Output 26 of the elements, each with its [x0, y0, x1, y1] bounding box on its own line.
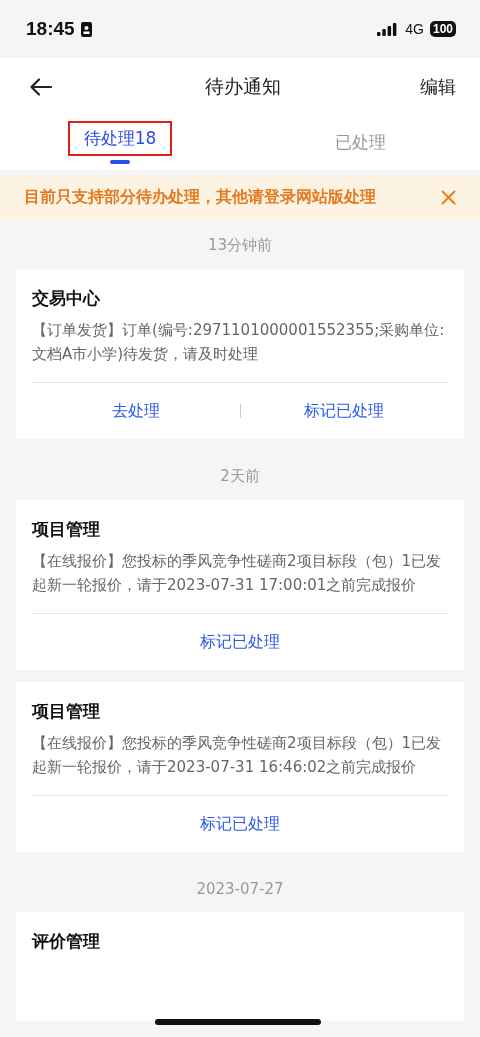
card-title: 项目管理 — [32, 700, 101, 723]
status-time: 18:45 — [26, 18, 75, 40]
card-message: 【在线报价】您投标的季风竞争性磋商2项目标段（包）1已发起新一轮报价，请于2023-07-31 16:46:02之前完成报价 — [32, 733, 443, 778]
id-card-icon — [80, 21, 92, 37]
card-title: 评价管理 — [32, 930, 101, 953]
time-label: 13分钟前 — [206, 235, 274, 256]
battery-indicator: 100 — [429, 21, 456, 37]
close-icon[interactable] — [441, 190, 456, 205]
back-arrow-icon[interactable] — [30, 77, 52, 96]
action-link[interactable]: 标记已处理 — [240, 399, 448, 423]
notice-text: 目前只支持部分待办处理，其他请登录网站版处理 — [24, 187, 376, 208]
action-link[interactable]: 标记已处理 — [32, 812, 448, 836]
signal-icon — [377, 22, 398, 36]
card-message: 【在线报价】您投标的季风竞争性磋商2项目标段（包）1已发起新一轮报价，请于2023-07-31 17:00:01之前完成报价 — [32, 551, 443, 596]
action-link[interactable]: 标记已处理 — [32, 630, 448, 654]
action-link[interactable]: 去处理 — [32, 399, 240, 423]
network-label: 4G — [405, 21, 424, 37]
time-label: 2天前 — [219, 466, 261, 487]
tab-indicator — [110, 160, 130, 164]
tab[interactable]: 待处理18 — [67, 121, 173, 156]
card-message: 【订单发货】订单(编号:2971101000001552355;采购单位:文档A市小学)待发货，请及时处理 — [32, 320, 446, 365]
time-label: 2023-07-27 — [195, 879, 285, 900]
page-title: 待办通知 — [205, 73, 281, 99]
card-title: 项目管理 — [32, 518, 101, 541]
card-title: 交易中心 — [32, 287, 101, 310]
edit-button[interactable]: 编辑 — [420, 74, 456, 99]
